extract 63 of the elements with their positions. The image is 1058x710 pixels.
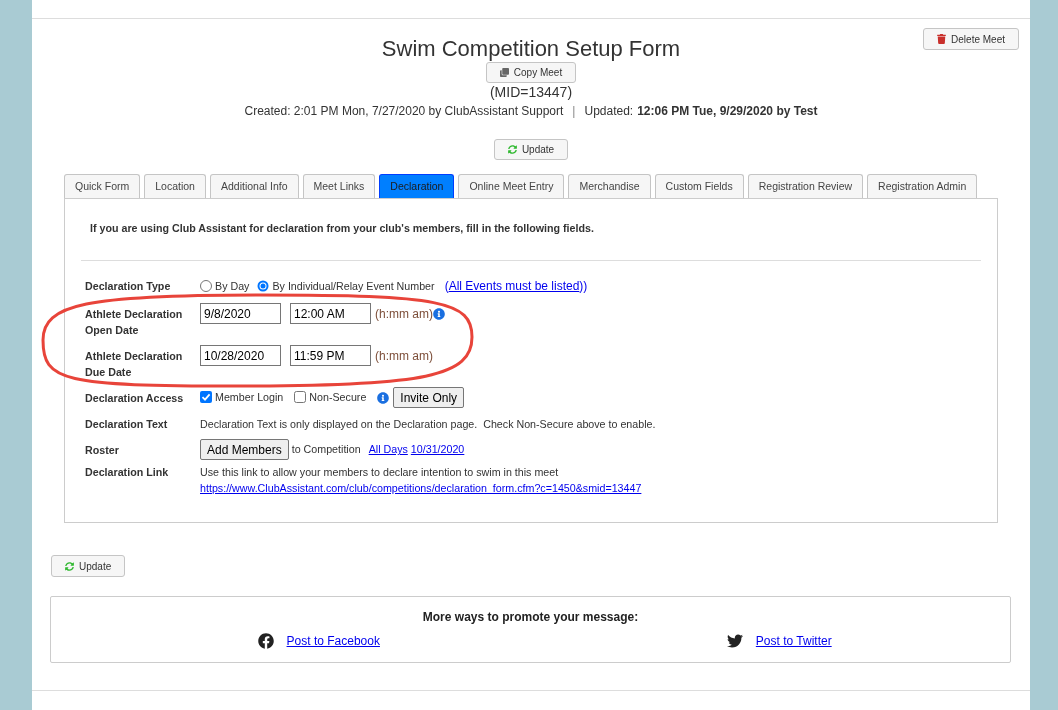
date-input[interactable]: 9/8/2020: [200, 303, 281, 324]
copy-icon: [499, 68, 509, 77]
tab[interactable]: Registration Review: [747, 174, 864, 198]
delete-meet-button[interactable]: Delete Meet: [923, 28, 1019, 50]
radio-button[interactable]: [257, 280, 270, 292]
roster-link[interactable]: 10/31/2020: [410, 441, 465, 458]
add-members-button[interactable]: Add Members: [200, 439, 289, 460]
tab[interactable]: Quick Form: [64, 174, 141, 198]
time-input[interactable]: 12:00 AM: [290, 303, 371, 324]
tab[interactable]: Declaration: [379, 174, 455, 198]
created-info: Created: 2:01 PM Mon, 7/27/2020 by ClubAssistant Support: [244, 103, 564, 119]
checkbox[interactable]: [200, 391, 212, 404]
tab[interactable]: Merchandise: [568, 174, 651, 198]
field-label: Declaration Link: [85, 465, 170, 480]
radio-button[interactable]: [200, 280, 212, 292]
tab[interactable]: Custom Fields: [654, 174, 744, 198]
invite-only-button[interactable]: Invite Only: [393, 387, 465, 408]
refresh-icon: [65, 561, 74, 571]
meet-id: (MID=13447): [489, 83, 573, 101]
updated-label: Updated:: [584, 103, 634, 119]
tab[interactable]: Additional Info: [209, 174, 299, 198]
checkbox-label: Member Login: [215, 390, 284, 406]
time-input[interactable]: 11:59 PM: [290, 345, 371, 366]
facebook-icon[interactable]: [257, 633, 274, 649]
tab[interactable]: Online Meet Entry: [458, 174, 565, 198]
checkbox-label: Non-Secure: [309, 390, 367, 406]
copy-meet-button[interactable]: Copy Meet: [485, 62, 577, 83]
field-label: Athlete Declaration Open Date: [85, 307, 184, 338]
date-input[interactable]: 10/28/2020: [200, 345, 281, 366]
roster-text: to Competition: [291, 442, 361, 458]
info-icon[interactable]: [377, 391, 390, 404]
updated-info: 12:06 PM Tue, 9/29/2020 by Test: [637, 103, 818, 119]
field-label: Athlete Declaration Due Date: [85, 349, 184, 380]
intro-text: If you are using Club Assistant for declaration from your club's members, fill in the following fields.: [89, 221, 595, 235]
promote-title: More ways to promote your message:: [422, 609, 639, 625]
field-label: Declaration Access: [85, 390, 185, 406]
declaration-text-note: Declaration Text is only displayed on the Declaration page. Check Non-Secure above to enable.: [200, 417, 656, 432]
field-label: Declaration Type: [85, 279, 172, 294]
share-link[interactable]: Post to Facebook: [286, 633, 380, 649]
roster-link[interactable]: All Days: [368, 441, 408, 458]
separator: |: [572, 103, 576, 119]
share-link[interactable]: Post to Twitter: [755, 633, 832, 649]
tab[interactable]: Registration Admin: [867, 174, 978, 198]
link-description: Use this link to allow your members to declare intention to swim in this meet: [200, 465, 560, 480]
checkbox[interactable]: [294, 391, 307, 404]
form-title: Swim Competition Setup Form: [381, 36, 681, 62]
radio-label: By Individual/Relay Event Number: [272, 278, 435, 294]
declaration-url-link[interactable]: https://www.ClubAssistant.com/club/competitions/declaration_form.cfm?c=1450&smid=13447: [200, 480, 642, 496]
field-label: Roster: [85, 442, 120, 458]
note-bracket: (: [444, 278, 449, 295]
twitter-bird-icon[interactable]: [726, 633, 743, 649]
trash-icon: [937, 34, 947, 44]
note-bracket: )): [579, 278, 588, 295]
field-label: Declaration Text: [85, 417, 169, 432]
update-button[interactable]: Update: [51, 555, 126, 577]
info-icon[interactable]: [433, 307, 445, 320]
update-button[interactable]: Update: [493, 139, 569, 160]
refresh-icon: [507, 145, 517, 154]
tab[interactable]: Meet Links: [302, 174, 376, 198]
time-format-hint: (h:mm am): [375, 347, 433, 365]
tab[interactable]: Location: [144, 174, 206, 198]
time-format-hint: (h:mm am): [375, 305, 433, 323]
radio-label: By Day: [215, 278, 250, 294]
